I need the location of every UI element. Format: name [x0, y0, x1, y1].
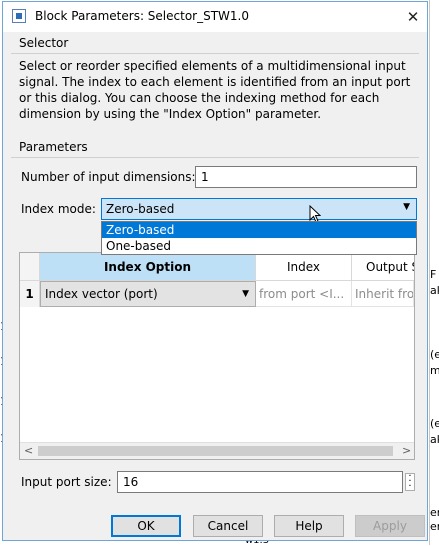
index-option-select[interactable]: Index vector (port) ▼ — [40, 281, 256, 307]
more-options-icon[interactable]: · · · — [405, 472, 415, 492]
background-label: (e — [430, 417, 439, 430]
scrollbar-thumb[interactable] — [38, 446, 393, 456]
apply-button[interactable]: Apply — [355, 515, 425, 537]
close-icon[interactable]: ✕ — [399, 2, 427, 32]
column-header-index-option[interactable]: Index Option — [40, 253, 256, 281]
parameters-group-label: Parameters — [19, 140, 88, 154]
chevron-down-icon: ▼ — [242, 289, 249, 299]
dialog-title: Block Parameters: Selector_STW1.0 — [35, 9, 250, 23]
column-header-index[interactable]: Index — [256, 253, 352, 281]
index-mode-dropdown[interactable]: Zero-based One-based — [101, 221, 417, 255]
selector-group-label: Selector — [19, 36, 69, 50]
table-corner — [20, 253, 40, 281]
title-bar[interactable]: Block Parameters: Selector_STW1.0 ✕ — [3, 2, 427, 32]
background-label: m — [430, 364, 439, 377]
block-parameters-dialog: Block Parameters: Selector_STW1.0 ✕ Sele… — [2, 1, 428, 541]
block-description: Select or reorder specified elements of … — [19, 59, 411, 121]
help-button[interactable]: Help — [274, 515, 344, 537]
background-label: ak — [430, 284, 439, 297]
horizontal-scrollbar[interactable]: < > — [20, 442, 414, 459]
index-table: Index Option Index Output S 1 Index vect… — [19, 252, 415, 460]
background-label: er — [430, 506, 439, 519]
background-label: era — [430, 520, 439, 533]
dropdown-option-one-based[interactable]: One-based — [102, 238, 416, 254]
output-size-cell: Inherit from — [352, 281, 414, 307]
dropdown-option-zero-based[interactable]: Zero-based — [102, 222, 416, 238]
background-label: (e — [430, 348, 439, 361]
divider — [11, 157, 419, 158]
chevron-down-icon: ▼ — [403, 202, 410, 212]
block-icon — [12, 9, 26, 23]
index-option-value: Index vector (port) — [45, 287, 158, 301]
index-mode-value: Zero-based — [106, 202, 175, 216]
scroll-left-icon[interactable]: < — [24, 444, 33, 457]
background-label: ak — [430, 433, 439, 446]
index-mode-select[interactable]: Zero-based ▼ — [101, 198, 417, 220]
cancel-button[interactable]: Cancel — [193, 515, 263, 537]
num-dims-label: Number of input dimensions: — [21, 170, 196, 184]
num-dims-input[interactable]: 1 — [195, 166, 417, 188]
index-mode-label: Index mode: — [21, 202, 96, 216]
row-number: 1 — [20, 281, 40, 307]
background-label: F — [430, 268, 437, 281]
index-cell: from port <I... — [256, 281, 352, 307]
scroll-right-icon[interactable]: > — [402, 444, 411, 457]
column-header-output-size[interactable]: Output S — [352, 253, 414, 281]
divider — [11, 53, 419, 54]
ok-button[interactable]: OK — [111, 515, 181, 537]
input-port-size-input[interactable]: 16 — [117, 471, 403, 493]
input-port-size-label: Input port size: — [21, 475, 112, 489]
